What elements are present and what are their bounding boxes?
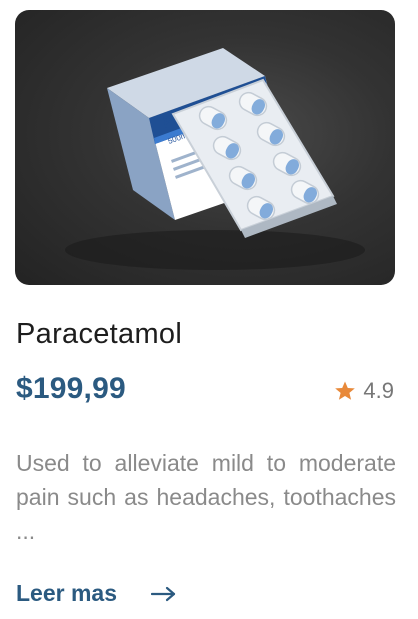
product-image[interactable]: Paracetamol 500mg Caplets: [15, 10, 395, 285]
product-rating: 4.9: [333, 378, 394, 404]
rating-value: 4.9: [363, 378, 394, 403]
price-rating-row: $199,99 4.9: [16, 372, 396, 412]
product-name: Paracetamol: [16, 318, 183, 350]
product-card[interactable]: Paracetamol 500mg Caplets: [0, 0, 418, 619]
product-description: Used to alleviate mild to moderate pain …: [16, 450, 396, 544]
arrow-right-icon: [150, 585, 177, 603]
medicine-box-illustration: Paracetamol 500mg Caplets: [65, 48, 365, 270]
read-more-label: Leer mas: [16, 580, 118, 606]
read-more-link[interactable]: Leer mas: [16, 580, 177, 607]
product-price: $199,99: [16, 372, 126, 405]
star-icon: [333, 379, 357, 403]
